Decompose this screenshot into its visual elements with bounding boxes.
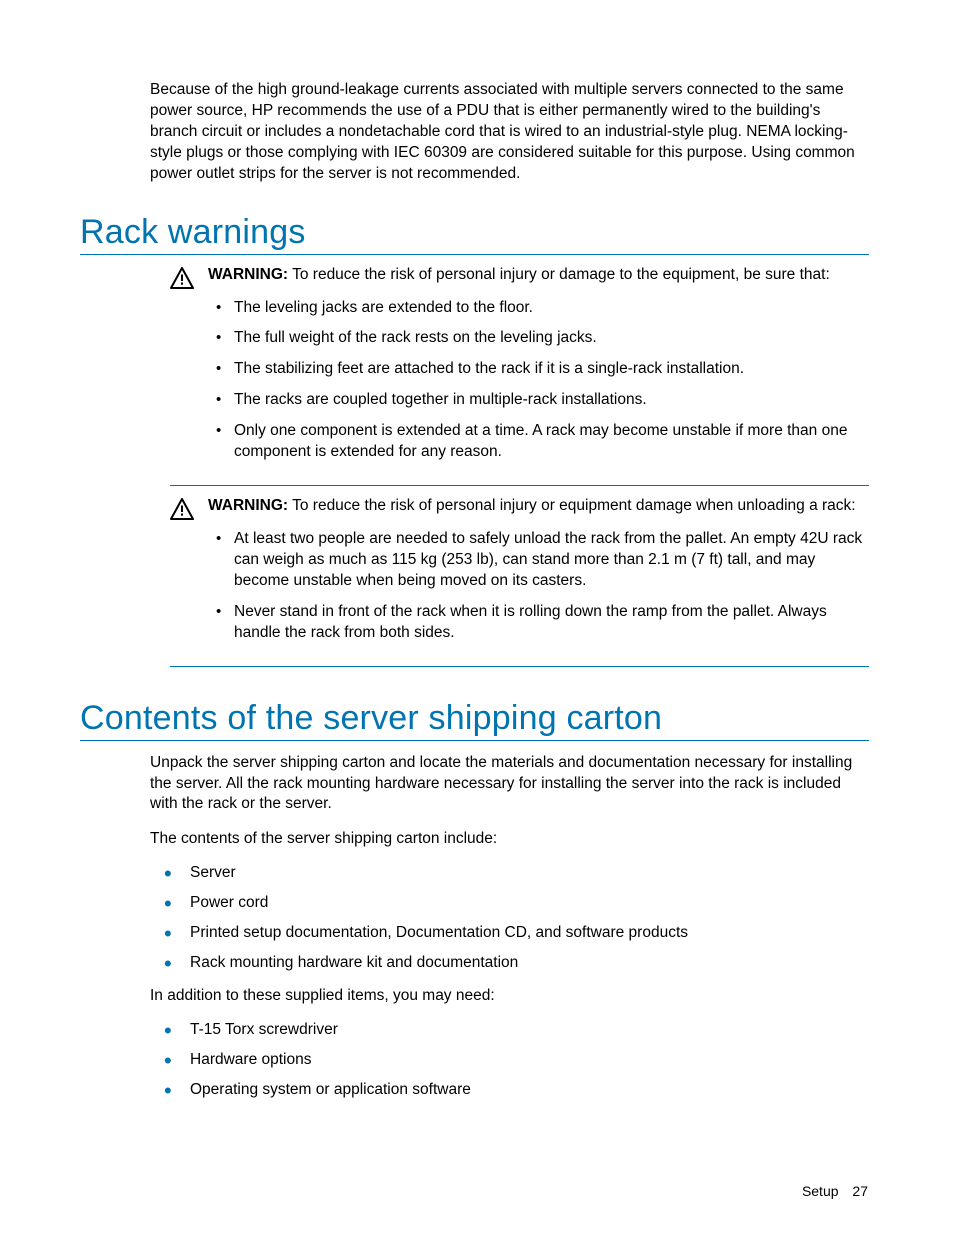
list-item: Printed setup documentation, Documentati… [150,924,869,942]
warning-icon [170,498,208,520]
contents-list-1: Server Power cord Printed setup document… [150,864,869,972]
warning-2-lead: WARNING: To reduce the risk of personal … [208,496,869,517]
warning-block-2: WARNING: To reduce the risk of personal … [170,496,869,667]
warning-1-bullet: The racks are coupled together in multip… [208,390,869,411]
contents-para-1: Unpack the server shipping carton and lo… [150,753,869,816]
warning-1-lead: WARNING: To reduce the risk of personal … [208,265,869,286]
footer-page-number: 27 [852,1183,868,1199]
list-item: Operating system or application software [150,1081,869,1099]
intro-paragraph: Because of the high ground-leakage curre… [150,80,869,185]
list-item: Rack mounting hardware kit and documenta… [150,954,869,972]
contents-list-2: T-15 Torx screwdriver Hardware options O… [150,1021,869,1099]
footer-section: Setup [802,1183,839,1199]
page-footer: Setup 27 [802,1183,868,1199]
rack-warnings-heading: Rack warnings [80,213,869,255]
warning-1-bullet: Only one component is extended at a time… [208,421,869,463]
contents-para-3: In addition to these supplied items, you… [150,986,869,1007]
warning-block-1: WARNING: To reduce the risk of personal … [170,265,869,486]
list-item: T-15 Torx screwdriver [150,1021,869,1039]
warning-1-bullet: The full weight of the rack rests on the… [208,328,869,349]
warning-1-bullet: The stabilizing feet are attached to the… [208,359,869,380]
contents-para-2: The contents of the server shipping cart… [150,829,869,850]
list-item: Hardware options [150,1051,869,1069]
warning-1-bullet: The leveling jacks are extended to the f… [208,298,869,319]
list-item: Power cord [150,894,869,912]
warning-2-bullet: Never stand in front of the rack when it… [208,602,869,644]
contents-heading: Contents of the server shipping carton [80,699,869,741]
list-item: Server [150,864,869,882]
warning-icon [170,267,208,289]
warning-2-bullet: At least two people are needed to safely… [208,529,869,592]
